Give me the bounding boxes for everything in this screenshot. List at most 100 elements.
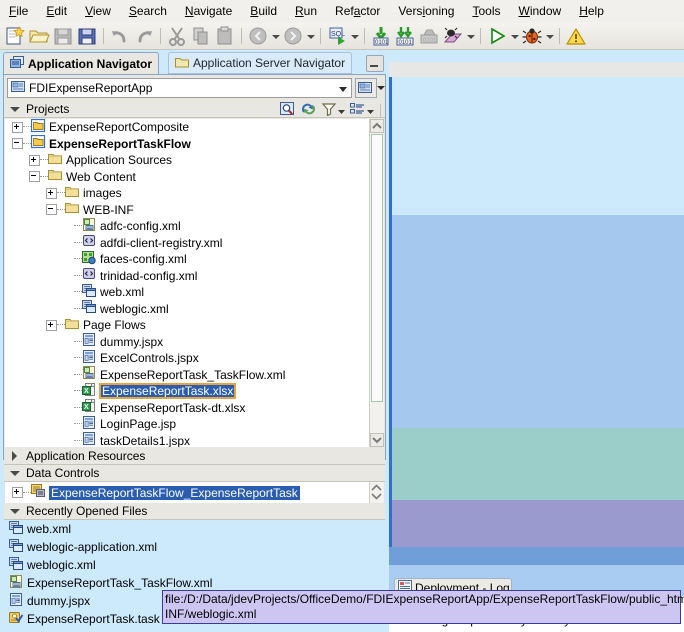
tree-item[interactable]: LoginPage.jsp xyxy=(5,415,369,433)
menu-bar: File Edit View Search Navigate Build Run Refact… xyxy=(0,0,684,24)
scroll-up-button[interactable] xyxy=(370,119,384,133)
navigator-body: FDIExpenseReportApp Projects ExpenseRepo… xyxy=(3,74,386,626)
application-menu-button[interactable] xyxy=(355,78,377,98)
filter-dropdown-icon[interactable] xyxy=(337,104,346,118)
rebuild-icon[interactable]: 0101 xyxy=(394,25,416,47)
section-data-controls[interactable]: Data Controls xyxy=(4,465,385,482)
menu-item-window[interactable]: Window xyxy=(510,1,571,22)
application-menu-dropdown-icon[interactable] xyxy=(377,78,386,98)
menu-item-edit[interactable]: Edit xyxy=(37,1,76,22)
collapse-toggle[interactable] xyxy=(29,171,40,183)
chevron-down-icon[interactable] xyxy=(8,504,22,518)
warning-icon[interactable] xyxy=(565,25,587,47)
tree-item[interactable]: ExpenseReportComposite xyxy=(5,119,369,136)
editor-band-blue-light xyxy=(389,77,684,215)
folder-icon xyxy=(65,317,80,334)
collapse-toggle[interactable] xyxy=(12,138,23,150)
section-recently-opened-files[interactable]: Recently Opened Files xyxy=(4,503,385,520)
list-item[interactable]: weblogic-application.xml xyxy=(5,538,386,556)
menu-item-refactor[interactable]: Refactor xyxy=(326,1,389,22)
sql-dropdown-icon[interactable] xyxy=(349,25,360,47)
expand-toggle[interactable] xyxy=(46,319,57,331)
deploy-icon[interactable] xyxy=(442,25,464,47)
refresh-icon[interactable] xyxy=(301,102,316,119)
tree-item[interactable]: web.xml xyxy=(5,283,369,301)
tree-item[interactable]: ExcelControls.jspx xyxy=(5,349,369,367)
list-item[interactable]: web.xml xyxy=(5,520,386,538)
tree-connector xyxy=(74,258,82,260)
tree-item[interactable]: taskDetails1.jspx xyxy=(5,432,369,447)
run-dropdown-icon[interactable] xyxy=(509,25,520,47)
minimize-dock-button[interactable] xyxy=(366,55,384,72)
folder-icon xyxy=(48,152,63,169)
sql-run-icon[interactable]: SQL xyxy=(326,25,348,47)
tab-application-server-navigator[interactable]: Application Server Navigator xyxy=(168,52,353,74)
application-selector[interactable]: FDIExpenseReportApp xyxy=(7,78,352,98)
svg-text:0101: 0101 xyxy=(375,40,389,46)
tree-item[interactable]: ExpenseReportTask_TaskFlow.xml xyxy=(5,366,369,384)
scrollbar-thumb[interactable] xyxy=(371,134,383,402)
tree-item[interactable]: trinidad-config.xml xyxy=(5,268,369,285)
copy-icon xyxy=(190,25,212,47)
expand-toggle[interactable] xyxy=(12,487,23,498)
data-control-label[interactable]: ExpenseReportTaskFlow_ExpenseReportTask xyxy=(49,485,300,500)
make-icon[interactable]: 0101 xyxy=(370,25,392,47)
search-icon[interactable] xyxy=(280,102,295,119)
project-tree[interactable]: ExpenseReportComposite ExpenseReportTaskF… xyxy=(5,119,369,447)
tree-item[interactable]: X ExpenseReportTask-dt.xlsx xyxy=(5,399,369,417)
new-icon[interactable] xyxy=(4,25,26,47)
webxml-icon xyxy=(82,300,97,317)
tree-item[interactable]: Page Flows xyxy=(5,317,369,334)
tree-item[interactable]: faces-config.xml xyxy=(5,250,369,268)
dock-tab-row: Application Navigator Application Server… xyxy=(3,52,386,74)
save-all-icon[interactable] xyxy=(76,25,98,47)
tree-item[interactable]: weblogic.xml xyxy=(5,300,369,318)
tree-item-label: web.xml xyxy=(100,285,145,300)
menu-item-file[interactable]: File xyxy=(0,1,37,22)
debug-icon[interactable] xyxy=(521,25,543,47)
menu-item-build[interactable]: Build xyxy=(241,1,286,22)
data-control-spinner[interactable] xyxy=(369,482,384,503)
debug-dropdown-icon[interactable] xyxy=(544,25,555,47)
section-application-resources[interactable]: Application Resources xyxy=(4,448,385,465)
expand-toggle[interactable] xyxy=(12,121,23,133)
tab-application-navigator[interactable]: Application Navigator xyxy=(3,52,160,74)
menu-item-navigate[interactable]: Navigate xyxy=(176,1,241,22)
chevron-down-icon[interactable] xyxy=(8,466,22,480)
back-dropdown-icon xyxy=(270,25,281,47)
menu-item-tools[interactable]: Tools xyxy=(463,1,509,22)
tree-item[interactable]: ExpenseReportTaskFlow xyxy=(5,135,369,153)
open-icon[interactable] xyxy=(28,25,50,47)
collapse-toggle[interactable] xyxy=(46,204,57,216)
expand-toggle[interactable] xyxy=(29,154,40,166)
menu-item-versioning[interactable]: Versioning xyxy=(389,1,463,22)
tree-item[interactable]: WEB-INF xyxy=(5,202,369,219)
tree-item[interactable]: Web Content xyxy=(5,169,369,186)
deploy-dropdown-icon[interactable] xyxy=(465,25,476,47)
list-item[interactable]: weblogic.xml xyxy=(5,556,386,574)
run-icon[interactable] xyxy=(486,25,508,47)
tree-connector xyxy=(74,291,82,293)
options-dropdown-icon[interactable] xyxy=(366,104,375,118)
tree-item[interactable]: adfdi-client-registry.xml xyxy=(5,235,369,252)
navigator-options-icon[interactable] xyxy=(350,102,365,119)
menu-item-help[interactable]: Help xyxy=(570,1,613,22)
tree-item[interactable]: Application Sources xyxy=(5,152,369,169)
tree-item[interactable]: dummy.jspx xyxy=(5,333,369,351)
tree-item-label: adfdi-client-registry.xml xyxy=(100,235,223,250)
menu-item-view[interactable]: View xyxy=(76,1,120,22)
tree-item[interactable]: images xyxy=(5,185,369,202)
tree-item[interactable]: X ExpenseReportTask.xlsx xyxy=(5,382,369,400)
scroll-down-button[interactable] xyxy=(370,433,384,447)
menu-item-search[interactable]: Search xyxy=(120,1,176,22)
data-control-row[interactable]: ExpenseReportTaskFlow_ExpenseReportTask xyxy=(5,482,384,503)
chevron-down-icon[interactable] xyxy=(8,102,22,116)
tree-item[interactable]: adfc-config.xml xyxy=(5,217,369,235)
chevron-right-icon[interactable] xyxy=(8,449,22,463)
section-projects[interactable]: Projects xyxy=(4,101,385,118)
project-tree-scrollbar[interactable] xyxy=(369,119,384,447)
section-projects-label: Projects xyxy=(26,102,70,116)
menu-item-run[interactable]: Run xyxy=(286,1,326,22)
expand-toggle[interactable] xyxy=(46,187,57,199)
filter-icon[interactable] xyxy=(321,102,337,119)
